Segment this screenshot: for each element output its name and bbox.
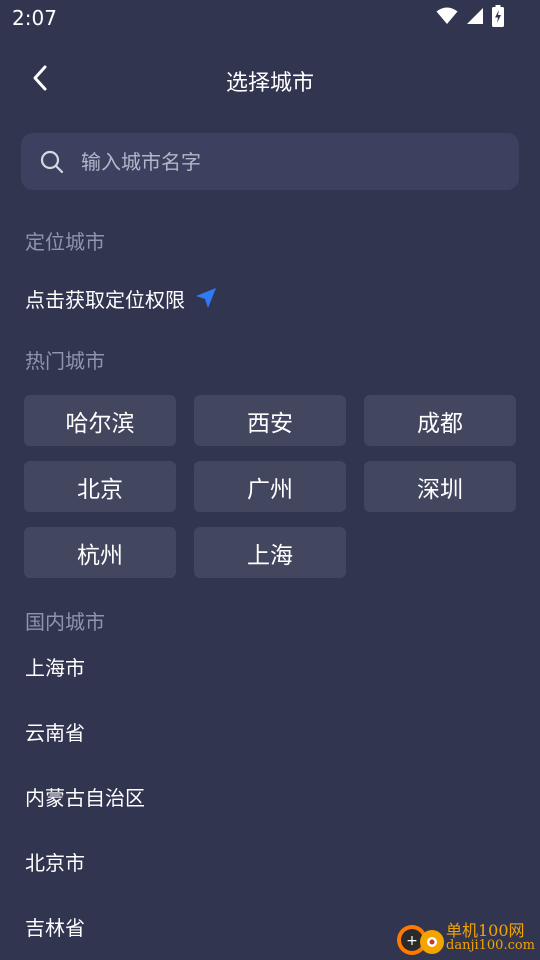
hot-city-chip[interactable]: 哈尔滨 <box>24 395 176 446</box>
search-icon <box>39 149 65 175</box>
header: 选择城市 <box>0 50 540 110</box>
hot-cities-section-label: 热门城市 <box>25 349 105 373</box>
domestic-city-item[interactable]: 上海市 <box>25 652 85 681</box>
domestic-cities-section-label: 国内城市 <box>25 610 105 634</box>
location-arrow-icon <box>195 287 217 309</box>
domestic-city-item[interactable]: 内蒙古自治区 <box>25 782 145 811</box>
get-location-label: 点击获取定位权限 <box>25 287 185 312</box>
hot-city-chip[interactable]: 深圳 <box>364 461 516 512</box>
city-picker-screen: 2:07 选择城市 输入城市名字 定位城市 点击获取定位权限 热门城市 哈尔滨 … <box>0 0 540 960</box>
signal-icon <box>466 7 484 29</box>
status-icons <box>436 5 504 31</box>
status-bar: 2:07 <box>0 0 540 36</box>
search-input[interactable] <box>81 133 501 190</box>
status-time: 2:07 <box>12 6 57 30</box>
page-title: 选择城市 <box>225 71 314 96</box>
battery-charging-icon <box>492 5 504 31</box>
hot-city-chip[interactable]: 西安 <box>194 395 346 446</box>
domestic-city-item[interactable]: 北京市 <box>25 847 85 876</box>
watermark-logo-icon: + <box>394 918 446 960</box>
hot-city-chip[interactable]: 成都 <box>364 395 516 446</box>
watermark-url: danji100.com <box>446 938 536 953</box>
domestic-city-item[interactable]: 吉林省 <box>25 912 85 941</box>
location-section-label: 定位城市 <box>25 230 105 254</box>
wifi-icon <box>436 7 458 29</box>
search-box[interactable] <box>21 133 519 190</box>
get-location-permission-button[interactable]: 点击获取定位权限 <box>25 284 217 312</box>
hot-city-chip[interactable]: 北京 <box>24 461 176 512</box>
hot-city-chip[interactable]: 广州 <box>194 461 346 512</box>
watermark: + 单机100网 danji100.com <box>390 916 540 960</box>
svg-text:+: + <box>406 933 418 949</box>
hot-city-chip[interactable]: 杭州 <box>24 527 176 578</box>
domestic-city-item[interactable]: 云南省 <box>25 717 85 746</box>
hot-city-chip[interactable]: 上海 <box>194 527 346 578</box>
